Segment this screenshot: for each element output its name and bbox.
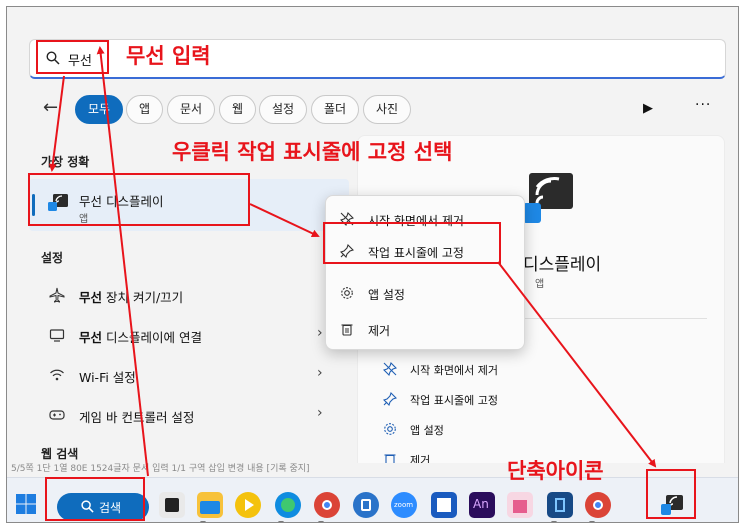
monitor-icon <box>49 329 65 342</box>
gear-icon <box>341 287 353 299</box>
menu-item-label: 제거 <box>368 324 391 338</box>
context-menu: 시작 화면에서 제거 작업 표시줄에 고정 앱 설정 제거 <box>325 195 525 350</box>
annotation-right-click: 우클릭 작업 표시줄에 고정 선택 <box>172 140 453 164</box>
settings-item-label: 무선 장치 켜기/끄기 <box>79 290 184 305</box>
detail-subtitle: 앱 <box>535 279 545 290</box>
chrome-icon-2[interactable] <box>585 492 611 518</box>
settings-item-game-bar[interactable]: 게임 바 컨트롤러 설정 › <box>29 397 347 433</box>
settings-item-label: 무선 디스플레이에 연결 <box>79 330 202 345</box>
settings-item-label: Wi-Fi 설정 <box>79 370 136 385</box>
gear-icon <box>384 423 396 435</box>
annotation-box-search <box>36 40 109 74</box>
trash-icon <box>341 324 353 336</box>
running-indicator <box>278 521 284 522</box>
gamepad-icon <box>49 410 65 420</box>
media-player-icon[interactable] <box>235 492 261 518</box>
app-icon-download[interactable] <box>547 492 573 518</box>
chevron-right-icon: › <box>317 325 323 341</box>
start-menu-window: 무선 ← 모두 앱 문서 웹 설정 폴더 사진 ▶ ··· 가장 정확 무선 디… <box>6 6 739 523</box>
pin-icon <box>383 392 397 406</box>
wireless-display-large-icon <box>523 173 573 223</box>
detail-title: 디스플레이 <box>523 255 602 275</box>
animate-icon[interactable]: An <box>469 492 495 518</box>
more-options-icon[interactable]: ··· <box>695 97 711 113</box>
settings-item-connect-display[interactable]: 무선 디스플레이에 연결 › <box>29 317 347 353</box>
settings-item-wireless-toggle[interactable]: 무선 장치 켜기/끄기 <box>29 277 347 313</box>
back-arrow-icon[interactable]: ← <box>43 97 58 118</box>
running-indicator <box>589 521 595 522</box>
best-match-heading: 가장 정확 <box>41 155 90 169</box>
running-indicator <box>551 521 557 522</box>
app-icon-window[interactable] <box>431 492 457 518</box>
windows-start-icon[interactable] <box>15 493 37 515</box>
annotation-box-taskbar-search <box>45 477 145 521</box>
chevron-right-icon: › <box>317 365 323 381</box>
settings-item-wifi[interactable]: Wi-Fi 설정 › <box>29 357 347 393</box>
zoom-icon[interactable]: zoom <box>391 492 417 518</box>
edge-browser-icon[interactable] <box>275 492 301 518</box>
filter-all[interactable]: 모두 <box>75 95 124 124</box>
app-icon-blue[interactable] <box>353 492 379 518</box>
background-status-strip: 5/5쪽 1단 1열 80E 1524글자 문서 입력 1/1 구역 삽입 변경… <box>7 463 738 475</box>
task-view-icon[interactable] <box>159 492 185 518</box>
gift-icon[interactable] <box>507 492 533 518</box>
filter-folders[interactable]: 폴더 <box>311 95 360 124</box>
menu-item-uninstall[interactable]: 제거 <box>338 320 514 340</box>
settings-heading: 설정 <box>41 251 64 265</box>
running-indicator <box>318 521 324 522</box>
settings-item-label: 게임 바 컨트롤러 설정 <box>79 410 195 425</box>
wifi-icon <box>50 369 64 381</box>
annotation-enter-wireless: 무선 입력 <box>126 44 211 68</box>
menu-item-label: 앱 설정 <box>368 288 405 302</box>
annotation-shortcut-icon: 단축아이콘 <box>507 459 604 483</box>
file-explorer-icon[interactable] <box>197 492 223 518</box>
menu-item-app-settings[interactable]: 앱 설정 <box>338 284 514 304</box>
annotation-box-best-match <box>28 173 250 226</box>
web-search-heading: 웹 검색 <box>41 447 79 461</box>
filter-apps[interactable]: 앱 <box>126 95 164 124</box>
play-icon[interactable]: ▶ <box>643 101 653 116</box>
filter-photos[interactable]: 사진 <box>363 95 412 124</box>
airplane-icon <box>49 287 65 303</box>
chevron-right-icon: › <box>317 405 323 421</box>
action-label: 앱 설정 <box>410 424 444 437</box>
unpin-icon <box>383 362 397 376</box>
running-indicator <box>200 521 206 522</box>
annotation-box-pin-taskbar <box>323 222 501 264</box>
annotation-box-taskbar-icon <box>646 469 696 519</box>
chrome-icon[interactable] <box>314 492 340 518</box>
filter-documents[interactable]: 문서 <box>167 95 216 124</box>
filter-web[interactable]: 웹 <box>219 95 257 124</box>
filter-settings[interactable]: 설정 <box>259 95 308 124</box>
action-label: 작업 표시줄에 고정 <box>410 394 498 407</box>
action-label: 시작 화면에서 제거 <box>410 364 498 377</box>
